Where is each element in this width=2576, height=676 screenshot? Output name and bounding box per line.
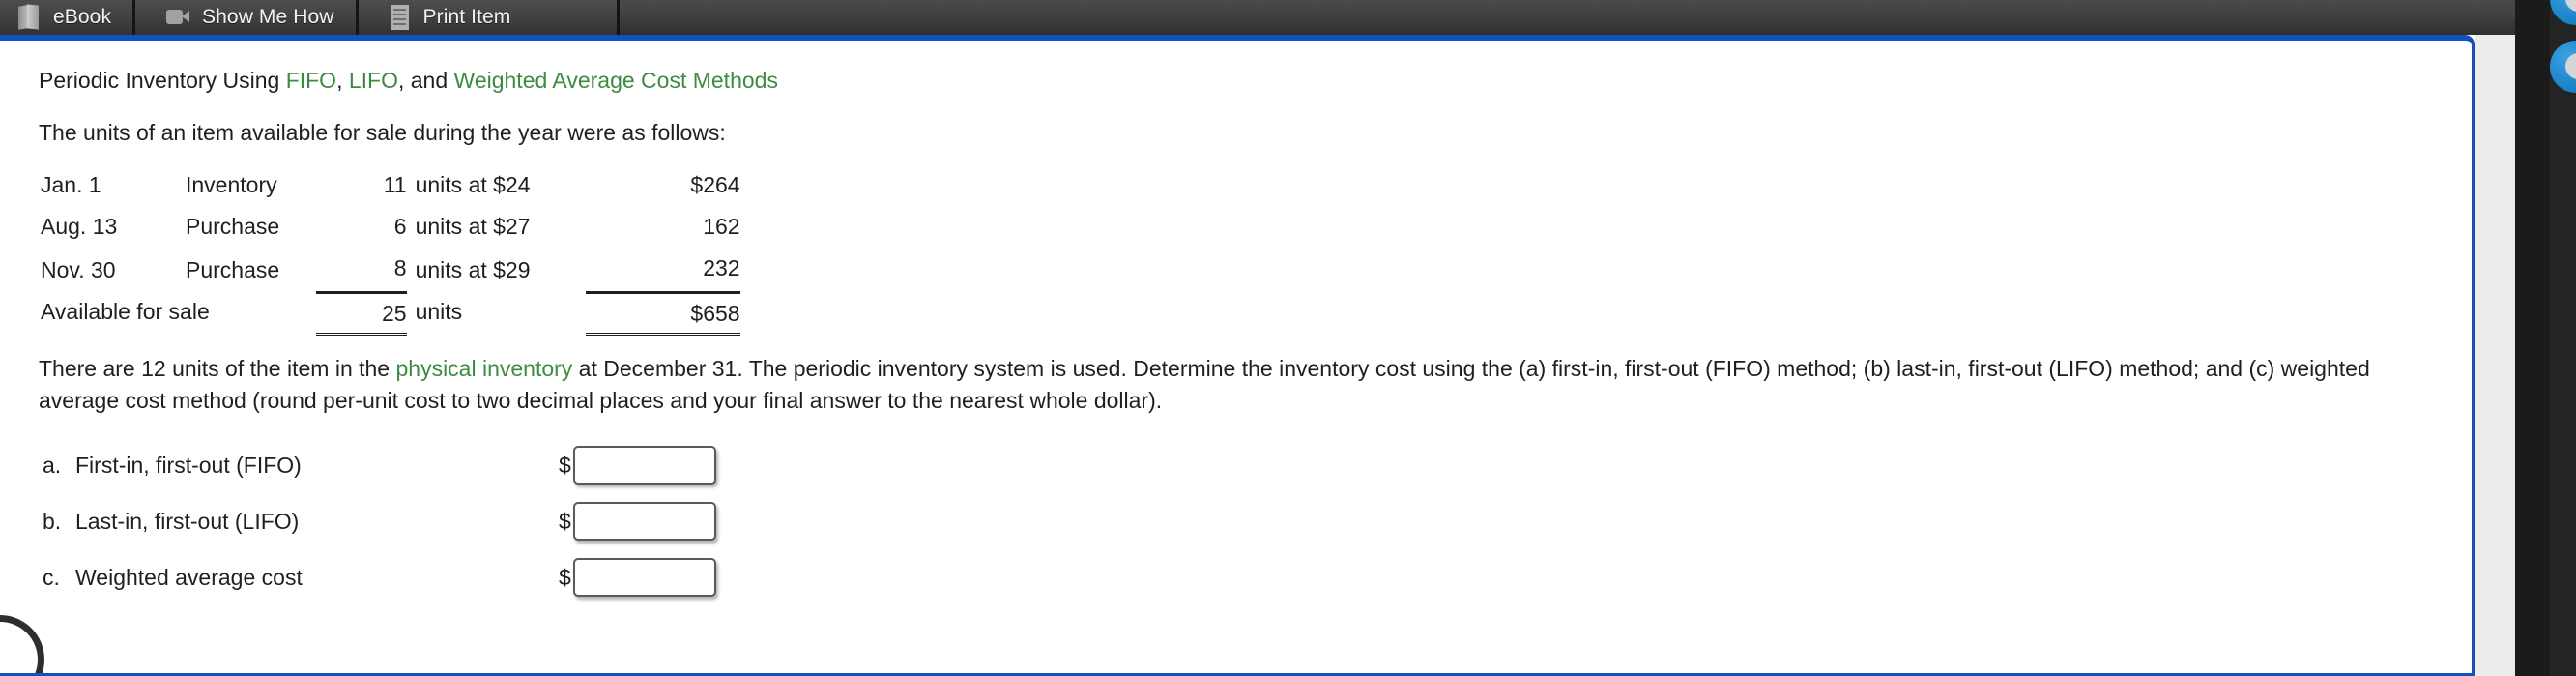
book-icon [17, 4, 41, 30]
total-label: Available for sale [41, 298, 210, 324]
document-icon [388, 5, 411, 30]
answer-row-fifo: a. First-in, first-out (FIFO) $ [43, 437, 2432, 493]
question-body: There are 12 units of the item in the ph… [39, 353, 2432, 416]
assignment-page: eBook Show Me How Print Item Periodic In… [0, 0, 2576, 676]
dollar-sign: $ [559, 452, 571, 478]
lifo-answer-input[interactable] [572, 502, 716, 542]
row-amount: 162 [703, 214, 740, 239]
dollar-sign: $ [559, 564, 571, 590]
answer-label: Weighted average cost [75, 564, 303, 590]
answer-letter: c. [43, 564, 60, 590]
dollar-sign: $ [559, 508, 571, 534]
circle-icon [2565, 0, 2576, 12]
tab-ebook[interactable]: eBook [0, 0, 136, 35]
link-physical-inventory[interactable]: physical inventory [395, 356, 572, 381]
answer-label: Last-in, first-out (LIFO) [75, 508, 300, 534]
row-unit-cost: units at $24 [415, 172, 531, 197]
table-row: Jan. 1 Inventory 11 units at $24 $264 [41, 166, 740, 208]
table-row: Aug. 13 Purchase 6 units at $27 162 [41, 208, 740, 250]
answer-row-lifo: b. Last-in, first-out (LIFO) $ [43, 493, 2432, 549]
tab-show-me-how-label: Show Me How [202, 6, 334, 28]
row-date: Nov. 30 [41, 256, 116, 282]
fifo-answer-input[interactable] [572, 446, 716, 485]
body-text-before-link: There are 12 units of the item in the [39, 356, 396, 381]
pointer-annotation-arc [0, 615, 44, 673]
question-content: Periodic Inventory Using FIFO, LIFO, and… [0, 41, 2471, 673]
row-amount: 232 [703, 255, 740, 280]
tab-show-me-how[interactable]: Show Me How [135, 0, 359, 35]
row-unit-cost: units at $29 [415, 256, 531, 282]
title-sep-2: , and [397, 68, 454, 93]
right-rail-shade [2550, 0, 2576, 676]
tab-print-item-label: Print Item [422, 6, 511, 28]
question-panel: Periodic Inventory Using FIFO, LIFO, and… [0, 35, 2475, 676]
row-unit-cost: units at $27 [415, 214, 531, 239]
inventory-table: Jan. 1 Inventory 11 units at $24 $264 Au… [41, 166, 740, 336]
answer-letter: b. [43, 508, 62, 534]
total-units: 25 [316, 291, 407, 336]
tab-ebook-label: eBook [53, 6, 112, 28]
question-intro: The units of an item available for sale … [39, 120, 726, 145]
answer-row-weighted-average: c. Weighted average cost $ [43, 549, 2432, 605]
row-amount: $264 [690, 172, 740, 197]
answer-list: a. First-in, first-out (FIFO) $ b. Last-… [43, 437, 2432, 605]
title-lead: Periodic Inventory Using [39, 68, 286, 93]
table-total-row: Available for sale 25 units $658 [41, 291, 740, 336]
row-date: Aug. 13 [41, 214, 118, 239]
row-desc: Inventory [186, 172, 277, 197]
video-camera-icon [166, 5, 190, 30]
link-lifo[interactable]: LIFO [349, 68, 398, 93]
total-amount: $658 [585, 291, 740, 336]
top-toolbar: eBook Show Me How Print Item [0, 0, 2576, 35]
answer-label: First-in, first-out (FIFO) [75, 452, 302, 478]
row-date: Jan. 1 [41, 172, 101, 197]
circle-icon [2565, 53, 2576, 79]
row-units: 8 [393, 255, 407, 280]
weighted-average-answer-input[interactable] [572, 558, 716, 598]
row-desc: Purchase [186, 214, 280, 239]
answer-letter: a. [43, 452, 62, 478]
link-weighted-average-cost-methods[interactable]: Weighted Average Cost Methods [454, 68, 778, 93]
row-desc: Purchase [186, 256, 280, 282]
vertical-scrollbar[interactable] [2475, 35, 2515, 676]
row-units: 6 [393, 214, 407, 239]
tab-print-item[interactable]: Print Item [358, 0, 621, 35]
row-units: 11 [383, 172, 407, 197]
link-fifo[interactable]: FIFO [286, 68, 336, 93]
question-title: Periodic Inventory Using FIFO, LIFO, and… [39, 68, 2432, 94]
total-unit-word: units [415, 298, 463, 324]
title-sep-1: , [336, 68, 349, 93]
table-row: Nov. 30 Purchase 8 units at $29 232 [41, 250, 740, 293]
